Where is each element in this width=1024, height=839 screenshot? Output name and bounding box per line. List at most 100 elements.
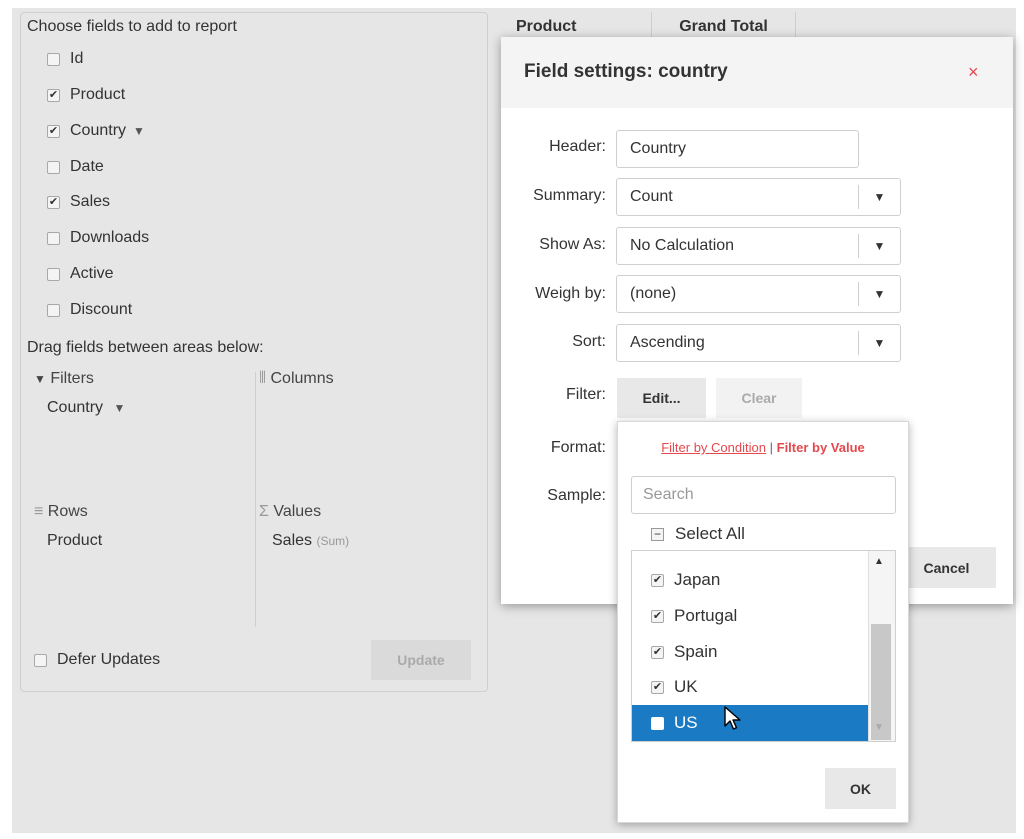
dropdown-arrow-icon[interactable]: ▼: [858, 234, 900, 258]
checkbox[interactable]: ✔: [47, 124, 60, 138]
area-item-label: Sales: [272, 532, 313, 549]
list-item[interactable]: ✔ Spain: [632, 634, 869, 670]
weigh-by-select[interactable]: (none) ▼: [616, 275, 901, 313]
list-item[interactable]: ✔ Japan: [632, 562, 869, 598]
values-icon: Σ: [259, 503, 269, 520]
checkbox[interactable]: [47, 231, 60, 245]
filters-area-header: ▼ Filters: [34, 370, 94, 388]
field-item-product[interactable]: ✔ Product: [47, 83, 125, 107]
checkbox[interactable]: ✔: [47, 195, 60, 209]
search-placeholder: Search: [643, 486, 694, 503]
cancel-button[interactable]: Cancel: [897, 547, 996, 588]
dropdown-arrow-icon[interactable]: ▼: [858, 331, 900, 355]
summary-select-value: Count: [630, 188, 673, 205]
summary-type-label: (Sum): [316, 534, 350, 548]
area-item-label: Country: [47, 399, 104, 416]
checkmark-icon: ✔: [652, 609, 663, 622]
close-icon[interactable]: ×: [968, 62, 979, 83]
sort-select[interactable]: Ascending ▼: [616, 324, 901, 362]
filter-funnel-icon: ▼: [113, 401, 126, 415]
checkbox[interactable]: [651, 716, 664, 730]
filters-area-item[interactable]: Country ▼: [47, 399, 125, 417]
area-divider: [255, 372, 256, 627]
checkmark-icon: ✔: [652, 645, 663, 658]
values-area-header: Σ Values: [259, 503, 321, 521]
list-item-label: Spain: [674, 642, 718, 661]
scroll-down-arrow-icon[interactable]: ▼: [874, 722, 884, 733]
show-as-select[interactable]: No Calculation ▼: [616, 227, 901, 265]
summary-select[interactable]: Count ▼: [616, 178, 901, 216]
checkbox[interactable]: [34, 653, 47, 667]
field-item-date[interactable]: Date: [47, 155, 104, 179]
header-input[interactable]: Country: [616, 130, 859, 168]
checkbox[interactable]: [47, 160, 60, 174]
list-item-label: US: [674, 713, 698, 732]
checkbox[interactable]: ✔: [651, 680, 664, 694]
minus-icon[interactable]: −: [651, 527, 664, 541]
field-item-discount[interactable]: Discount: [47, 298, 132, 322]
rows-area-header: ≡ Rows: [34, 503, 88, 521]
list-item[interactable]: US: [632, 705, 869, 741]
checkbox[interactable]: [47, 267, 60, 281]
field-label: Active: [70, 265, 114, 282]
field-label: Product: [70, 86, 126, 103]
dropdown-arrow-icon[interactable]: ▼: [858, 282, 900, 306]
checkbox[interactable]: ✔: [651, 645, 664, 659]
filter-edit-button[interactable]: Edit...: [617, 378, 706, 418]
values-area-item[interactable]: Sales (Sum): [272, 532, 349, 550]
filter-value-list[interactable]: ✔ Japan ✔ Portugal ✔ Spain ✔ UK US: [631, 550, 896, 742]
mouse-cursor-icon: [724, 706, 741, 730]
filters-area-label: Filters: [50, 370, 94, 387]
format-label: Format:: [550, 439, 606, 456]
ok-button[interactable]: OK: [825, 768, 896, 809]
rows-icon: ≡: [34, 503, 44, 520]
dialog-title: Field settings: country: [524, 61, 728, 82]
list-item[interactable]: ✔ Portugal: [632, 598, 869, 634]
weigh-by-select-value: (none): [630, 285, 677, 302]
sample-label: Sample:: [547, 487, 606, 504]
field-label: Downloads: [70, 229, 150, 246]
checkbox[interactable]: [47, 52, 60, 66]
filter-search-input[interactable]: Search: [631, 476, 896, 514]
panel-title: Choose fields to add to report: [27, 18, 237, 35]
filter-by-value-link[interactable]: Filter by Value: [777, 440, 865, 455]
columns-icon: ⦀: [259, 370, 267, 387]
filter-clear-button[interactable]: Clear: [716, 378, 802, 418]
defer-updates-label: Defer Updates: [57, 651, 161, 668]
summary-label: Summary:: [533, 187, 606, 204]
checkbox[interactable]: ✔: [651, 609, 664, 623]
field-item-sales[interactable]: ✔ Sales: [47, 190, 110, 214]
checkbox[interactable]: ✔: [47, 88, 60, 102]
checkbox[interactable]: [47, 303, 60, 317]
field-label: Sales: [70, 193, 111, 210]
link-separator: |: [769, 440, 773, 455]
dropdown-arrow-icon[interactable]: ▼: [858, 185, 900, 209]
field-item-downloads[interactable]: Downloads: [47, 226, 149, 250]
checkmark-icon: ✔: [48, 88, 59, 101]
field-label: Id: [70, 50, 84, 67]
scroll-up-arrow-icon[interactable]: ▲: [874, 556, 884, 567]
weigh-by-label: Weigh by:: [535, 285, 606, 302]
select-all-label: Select All: [675, 524, 745, 543]
defer-updates-toggle[interactable]: Defer Updates: [34, 648, 160, 672]
show-as-select-value: No Calculation: [630, 237, 735, 254]
field-item-active[interactable]: Active: [47, 262, 114, 286]
sort-select-value: Ascending: [630, 334, 705, 351]
update-button[interactable]: Update: [371, 640, 471, 680]
list-item[interactable]: ✔ UK: [632, 669, 869, 705]
checkmark-icon: ✔: [652, 573, 663, 586]
filter-label: Filter:: [566, 386, 606, 403]
header-input-value: Country: [630, 140, 687, 157]
field-label: Date: [70, 158, 104, 175]
columns-area-label: Columns: [270, 370, 334, 387]
field-label: Discount: [70, 301, 133, 318]
sort-label: Sort:: [572, 333, 606, 350]
show-as-label: Show As:: [539, 236, 606, 253]
select-all-toggle[interactable]: − Select All: [651, 524, 745, 544]
field-item-id[interactable]: Id: [47, 47, 83, 71]
field-item-country[interactable]: ✔ Country ▼: [47, 119, 145, 143]
filter-by-condition-link[interactable]: Filter by Condition: [661, 440, 766, 455]
rows-area-item[interactable]: Product: [47, 532, 102, 550]
checkbox[interactable]: ✔: [651, 573, 664, 587]
filter-mode-links: Filter by Condition | Filter by Value: [617, 440, 909, 455]
